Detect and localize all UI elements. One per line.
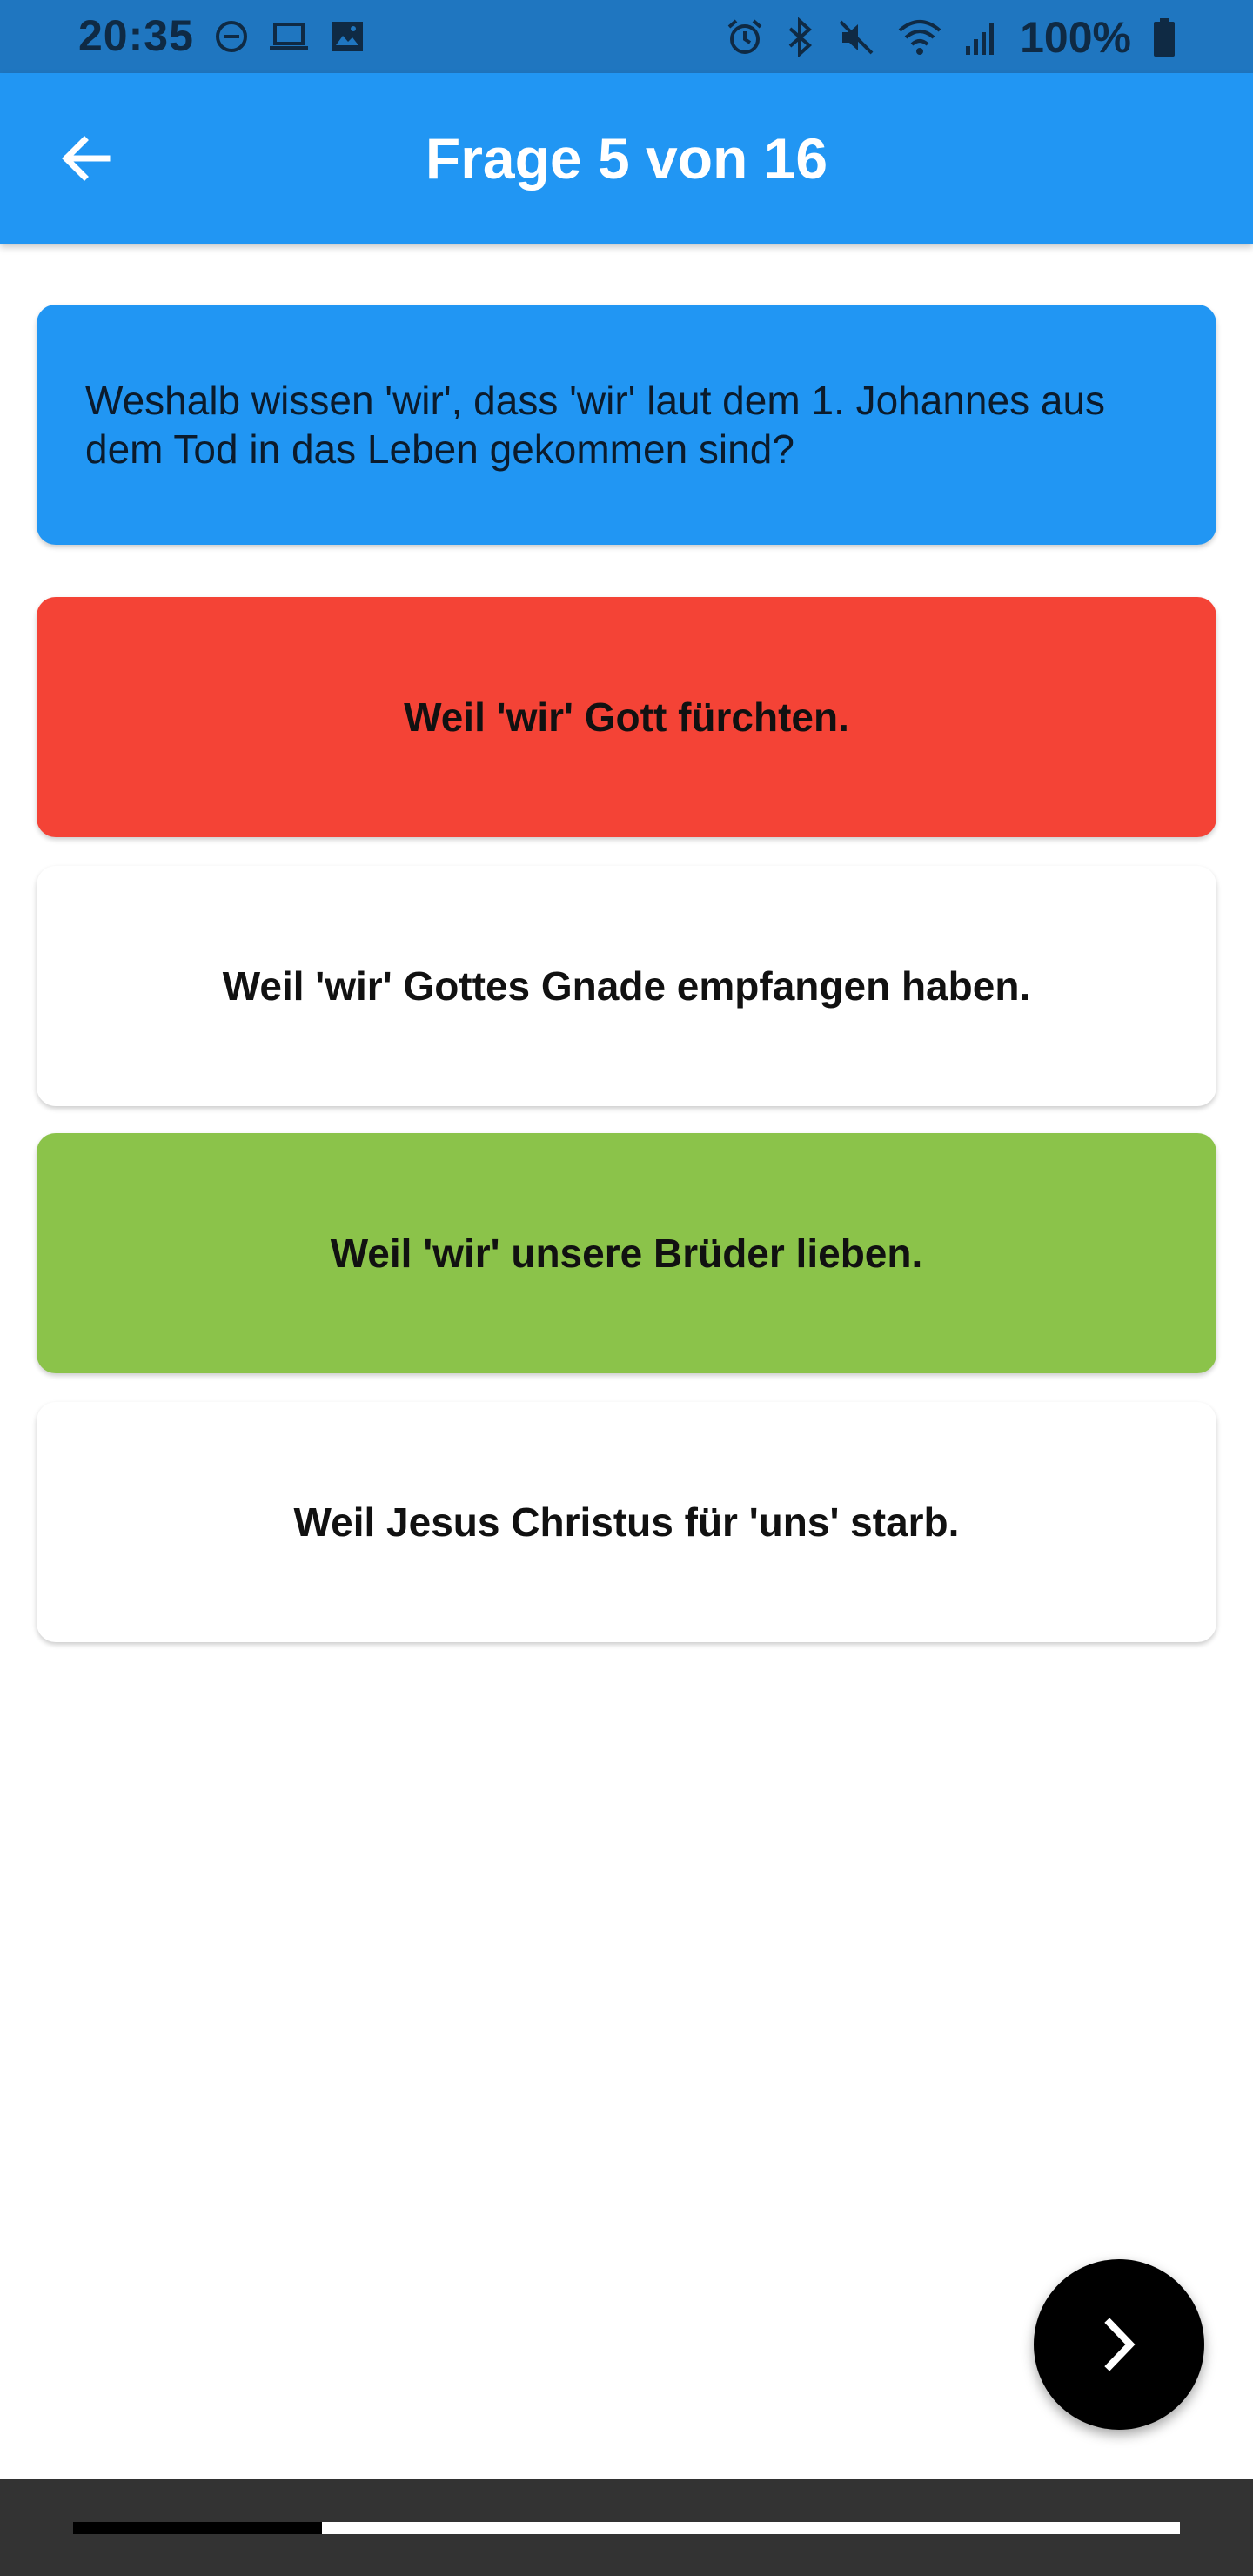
status-icons-right: 100% [726,12,1176,63]
bluetooth-icon [788,17,813,57]
image-icon [332,22,363,51]
status-time: 20:35 [78,11,194,60]
bottom-bar [0,2479,1253,2576]
answer-option-3[interactable]: Weil 'wir' unsere Brüder lieben. [37,1133,1216,1373]
laptop-icon [270,23,308,50]
do-not-disturb-icon [216,21,247,52]
answer-option-4[interactable]: Weil Jesus Christus für 'uns' starb. [37,1402,1216,1642]
answer-label: Weil 'wir' unsere Brüder lieben. [330,1231,923,1276]
progress-fill [73,2522,323,2534]
next-question-button[interactable] [1034,2259,1204,2430]
app-bar: Frage 5 von 16 [0,73,1253,244]
answer-label: Weil Jesus Christus für 'uns' starb. [293,1499,960,1545]
page-title: Frage 5 von 16 [425,126,828,191]
answer-label: Weil 'wir' Gottes Gnade empfangen haben. [222,963,1031,1009]
battery-percentage: 100% [1020,13,1131,62]
signal-icon [966,23,995,55]
progress-track [73,2522,1180,2534]
battery-icon [1154,18,1175,57]
status-bar: 20:35 100% [0,0,1253,73]
alarm-icon [727,19,762,54]
answer-option-1[interactable]: Weil 'wir' Gott fürchten. [37,597,1216,837]
mute-icon [839,20,874,55]
question-text: Weshalb wissen 'wir', dass 'wir' laut de… [85,378,1106,472]
question-card: Weshalb wissen 'wir', dass 'wir' laut de… [37,305,1216,545]
status-icons-left [214,19,365,54]
answer-label: Weil 'wir' Gott fürchten. [404,694,849,740]
chevron-right-icon [1104,2318,1136,2371]
wifi-icon [898,20,941,55]
answer-option-2[interactable]: Weil 'wir' Gottes Gnade empfangen haben. [37,866,1216,1106]
